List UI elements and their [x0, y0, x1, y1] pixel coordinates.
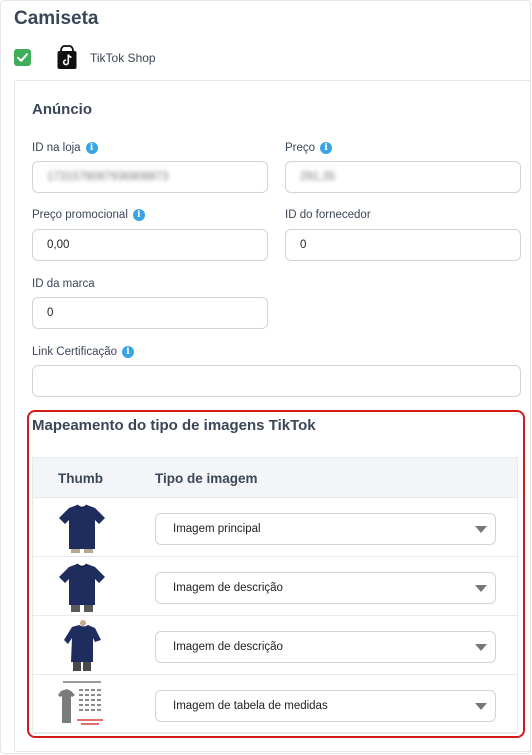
image-type-select[interactable]: Imagem principal — [155, 513, 496, 545]
store-id-label: ID na loja i — [32, 142, 98, 154]
navy-tshirt-front-thumb — [59, 504, 105, 553]
promo-price-label-text: Preço promocional — [32, 209, 128, 221]
price-value: 291,35 — [300, 171, 336, 183]
navy-tshirt-side-thumb — [64, 620, 101, 671]
tiktok-icon — [57, 45, 77, 69]
store-id-label-text: ID na loja — [32, 142, 81, 154]
chevron-down-icon — [475, 526, 487, 533]
channel-checkbox[interactable] — [14, 49, 31, 66]
promo-price-label: Preço promocional i — [32, 209, 145, 221]
mapping-title: Mapeamento do tipo de imagens TikTok — [32, 417, 316, 434]
info-icon[interactable]: i — [132, 209, 145, 221]
brand-id-value: 0 — [47, 307, 54, 319]
info-icon[interactable]: i — [122, 346, 135, 358]
section-title-anuncio: Anúncio — [32, 101, 92, 118]
table-row: Imagem de tabela de medidas — [33, 675, 517, 734]
size-chart-thumb — [55, 679, 109, 730]
price-label: Preço i — [285, 142, 333, 154]
column-header-image-type: Tipo de imagem — [155, 471, 258, 486]
table-row: Imagem de descrição — [33, 616, 517, 675]
image-mapping-table: Thumb Tipo de imagem Imagem principal Im… — [32, 457, 518, 734]
column-header-thumb: Thumb — [58, 471, 103, 486]
brand-id-label: ID da marca — [32, 278, 95, 290]
image-type-value: Imagem de tabela de medidas — [173, 700, 328, 712]
cert-link-input[interactable] — [32, 365, 521, 397]
supplier-id-label: ID do fornecedor — [285, 209, 371, 221]
table-row: Imagem de descrição — [33, 557, 517, 616]
promo-price-input[interactable]: 0,00 — [32, 229, 268, 261]
table-row: Imagem principal — [33, 498, 517, 557]
table-header: Thumb Tipo de imagem — [33, 458, 517, 498]
store-id-input[interactable]: 1731578087936908873 — [32, 161, 268, 193]
info-icon[interactable]: i — [85, 142, 98, 154]
image-type-value: Imagem principal — [173, 523, 261, 535]
image-type-select[interactable]: Imagem de descrição — [155, 631, 496, 663]
check-icon — [17, 53, 28, 62]
price-input[interactable]: 291,35 — [285, 161, 521, 193]
page-title: Camiseta — [14, 8, 99, 29]
channel-label: TikTok Shop — [90, 51, 156, 65]
supplier-id-value: 0 — [300, 239, 307, 251]
brand-id-input[interactable]: 0 — [32, 297, 268, 329]
store-id-value: 1731578087936908873 — [47, 171, 169, 183]
cert-link-label-text: Link Certificação — [32, 346, 118, 358]
image-type-value: Imagem de descrição — [173, 641, 283, 653]
info-icon[interactable]: i — [320, 142, 333, 154]
chevron-down-icon — [475, 703, 487, 710]
image-type-value: Imagem de descrição — [173, 582, 283, 594]
channel-row: TikTok Shop — [14, 45, 314, 69]
price-label-text: Preço — [285, 142, 316, 154]
chevron-down-icon — [475, 585, 487, 592]
supplier-id-input[interactable]: 0 — [285, 229, 521, 261]
brand-id-label-text: ID da marca — [32, 278, 95, 290]
navy-tshirt-front-thumb — [59, 563, 105, 612]
cert-link-label: Link Certificação i — [32, 346, 135, 358]
image-type-select[interactable]: Imagem de tabela de medidas — [155, 690, 496, 722]
promo-price-value: 0,00 — [47, 239, 70, 251]
supplier-id-label-text: ID do fornecedor — [285, 209, 371, 221]
chevron-down-icon — [475, 644, 487, 651]
image-type-select[interactable]: Imagem de descrição — [155, 572, 496, 604]
